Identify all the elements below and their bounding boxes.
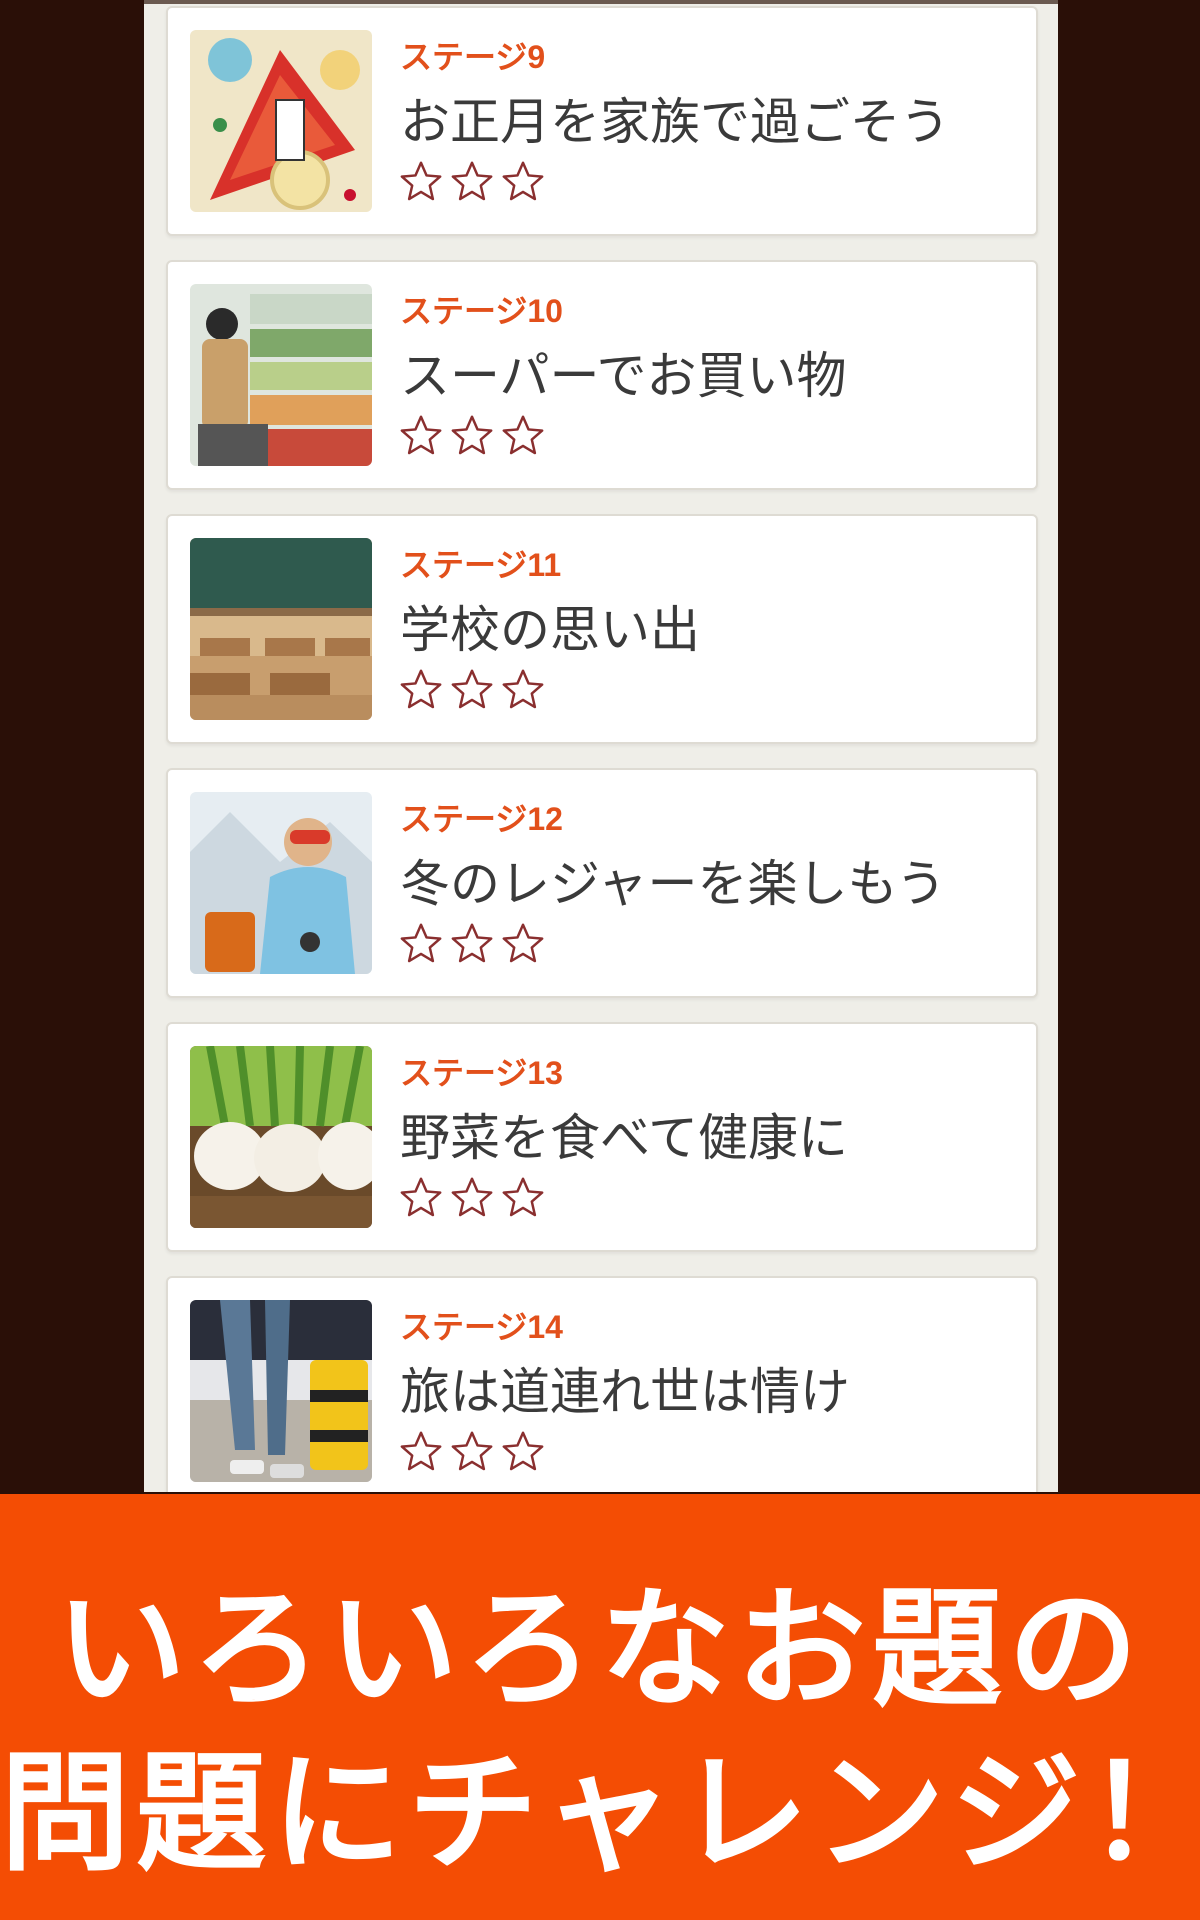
star-rating bbox=[398, 920, 546, 966]
stage-title: 冬のレジャーを楽しもう bbox=[400, 855, 946, 913]
star-rating bbox=[398, 1428, 546, 1474]
stage-number: ステージ13 bbox=[400, 1055, 563, 1091]
stage-number: ステージ9 bbox=[400, 39, 546, 75]
stage-number: ステージ12 bbox=[400, 801, 563, 837]
stage-number: ステージ11 bbox=[400, 547, 562, 583]
stage-thumbnail-traveler bbox=[190, 1300, 372, 1482]
stage-title: 旅は道連れ世は情け bbox=[400, 1363, 850, 1421]
stage-card-9[interactable]: ステージ9 お正月を家族で過ごそう bbox=[166, 6, 1038, 236]
star-empty-icon bbox=[500, 158, 546, 204]
stage-thumbnail-new-year bbox=[190, 30, 372, 212]
star-empty-icon bbox=[449, 412, 495, 458]
star-empty-icon bbox=[500, 1174, 546, 1220]
stage-card-14[interactable]: ステージ14 旅は道連れ世は情け bbox=[166, 1276, 1038, 1492]
stage-card-13[interactable]: ステージ13 野菜を食べて健康に bbox=[166, 1022, 1038, 1252]
star-empty-icon bbox=[500, 666, 546, 712]
star-rating bbox=[398, 1174, 546, 1220]
stage-number: ステージ10 bbox=[400, 293, 563, 329]
star-rating bbox=[398, 158, 546, 204]
stage-number: ステージ14 bbox=[400, 1309, 563, 1345]
star-empty-icon bbox=[398, 158, 444, 204]
star-empty-icon bbox=[500, 920, 546, 966]
star-empty-icon bbox=[449, 158, 495, 204]
stage-list: ステージ9 お正月を家族で過ごそう ステージ10 スーパーでお買い物 ステージ1… bbox=[166, 6, 1038, 1492]
star-empty-icon bbox=[500, 412, 546, 458]
stage-title: 学校の思い出 bbox=[400, 601, 700, 659]
stage-title: スーパーでお買い物 bbox=[400, 347, 847, 405]
star-empty-icon bbox=[398, 666, 444, 712]
star-rating bbox=[398, 666, 546, 712]
star-empty-icon bbox=[398, 1174, 444, 1220]
stage-thumbnail-turnips bbox=[190, 1046, 372, 1228]
stage-card-12[interactable]: ステージ12 冬のレジャーを楽しもう bbox=[166, 768, 1038, 998]
banner-headline-line-1: いろいろなお題の bbox=[55, 1573, 1144, 1725]
promo-banner: いろいろなお題の 問題にチャレンジ！ bbox=[0, 1494, 1200, 1920]
star-empty-icon bbox=[398, 1428, 444, 1474]
stage-thumbnail-snowboarder bbox=[190, 792, 372, 974]
star-empty-icon bbox=[500, 1428, 546, 1474]
star-empty-icon bbox=[449, 666, 495, 712]
stage-title: 野菜を食べて健康に bbox=[400, 1109, 848, 1167]
app-screen: ステージ9 お正月を家族で過ごそう ステージ10 スーパーでお買い物 ステージ1… bbox=[144, 0, 1058, 1492]
stage-card-10[interactable]: ステージ10 スーパーでお買い物 bbox=[166, 260, 1038, 490]
star-empty-icon bbox=[449, 920, 495, 966]
star-empty-icon bbox=[449, 1428, 495, 1474]
stage-card-11[interactable]: ステージ11 学校の思い出 bbox=[166, 514, 1038, 744]
star-empty-icon bbox=[398, 920, 444, 966]
stage-thumbnail-classroom bbox=[190, 538, 372, 720]
banner-headline-line-2: 問題にチャレンジ！ bbox=[0, 1737, 1200, 1889]
stage-thumbnail-supermarket bbox=[190, 284, 372, 466]
star-rating bbox=[398, 412, 546, 458]
star-empty-icon bbox=[398, 412, 444, 458]
stage-title: お正月を家族で過ごそう bbox=[400, 93, 950, 151]
star-empty-icon bbox=[449, 1174, 495, 1220]
